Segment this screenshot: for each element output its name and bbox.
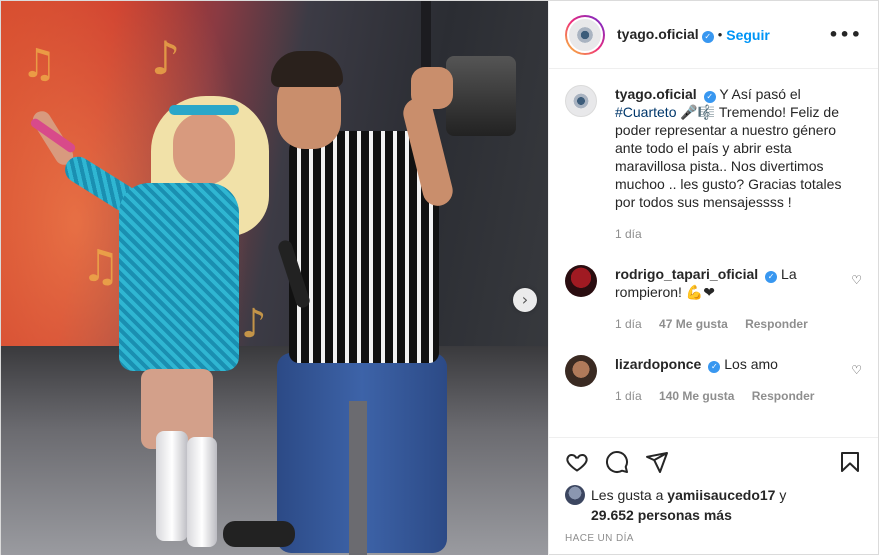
comment-icon[interactable] xyxy=(605,450,629,474)
music-note-decoration: ♪ xyxy=(241,301,267,347)
comment-row: rodrigo_tapari_oficial ✓ La rompieron! 💪❤… xyxy=(565,265,862,333)
hashtag-link[interactable]: #Cuarteto xyxy=(615,104,676,120)
comment-body: rodrigo_tapari_oficial ✓ La rompieron! 💪❤… xyxy=(615,265,843,333)
posted-time[interactable]: HACE UN DÍA xyxy=(549,525,878,555)
music-note-decoration: ♪ xyxy=(151,31,181,85)
comment-likes[interactable]: 140 Me gusta xyxy=(659,389,734,403)
woman-figure-headband xyxy=(169,105,239,115)
share-icon[interactable] xyxy=(645,450,669,474)
avatar[interactable] xyxy=(565,485,585,505)
comment-meta: 1 día 140 Me gusta Responder xyxy=(615,387,843,405)
caption-emoji: 🎤🎼 xyxy=(680,104,716,120)
verified-badge-icon: ✓ xyxy=(708,361,721,373)
avatar[interactable] xyxy=(567,16,603,53)
follow-button[interactable]: Seguir xyxy=(726,27,770,43)
comment-time[interactable]: 1 día xyxy=(615,389,642,403)
stage-light xyxy=(446,56,516,136)
heart-icon[interactable] xyxy=(565,450,589,474)
post-header: tyago.oficial ✓ • Seguir ••• xyxy=(549,1,878,69)
caption-avatar-wrap[interactable] xyxy=(565,85,597,117)
comment-meta: 1 día 47 Me gusta Responder xyxy=(615,315,843,333)
verified-badge-icon: ✓ xyxy=(765,271,778,283)
caption-row: tyago.oficial ✓ Y Así pasó el #Cuarteto 🎤… xyxy=(565,85,862,243)
woman-figure-boot xyxy=(156,431,188,541)
likes-conj: y xyxy=(779,487,787,503)
man-figure-leg-gap xyxy=(349,401,367,555)
man-figure-fist xyxy=(411,67,453,109)
bookmark-icon[interactable] xyxy=(838,450,862,474)
separator-dot: • xyxy=(717,27,723,42)
music-note-decoration: ♫ xyxy=(81,241,121,292)
verified-badge-icon: ✓ xyxy=(703,91,716,103)
more-options-icon[interactable]: ••• xyxy=(828,25,862,44)
likes-text: Les gusta a yamiisaucedo17 y 29.652 pers… xyxy=(591,485,786,525)
author-username[interactable]: tyago.oficial xyxy=(617,26,699,42)
man-figure-shoe xyxy=(223,521,295,547)
reply-button[interactable]: Responder xyxy=(745,317,808,331)
comment-time[interactable]: 1 día xyxy=(615,317,642,331)
author-username-wrap: tyago.oficial ✓ xyxy=(617,26,714,43)
comments-list: tyago.oficial ✓ Y Así pasó el #Cuarteto 🎤… xyxy=(549,69,878,437)
comment-username[interactable]: rodrigo_tapari_oficial xyxy=(615,266,758,282)
instagram-post: ♫ ♪ ♫ ♪ › tyago.oficial ✓ • Seguir ••• t… xyxy=(0,0,879,555)
comment-row: lizardoponce ✓ Los amo 1 día 140 Me gusta… xyxy=(565,355,862,405)
man-figure-hair xyxy=(271,51,343,87)
comment-text: Los amo xyxy=(724,356,778,372)
chevron-right-icon[interactable]: › xyxy=(513,288,537,312)
caption-time[interactable]: 1 día xyxy=(615,227,642,241)
likes-user-link[interactable]: yamiisaucedo17 xyxy=(667,487,775,503)
avatar[interactable] xyxy=(565,355,597,387)
verified-badge-icon: ✓ xyxy=(701,31,714,43)
caption-text-start: Y Así pasó el xyxy=(719,86,801,102)
likes-count-link[interactable]: 29.652 personas más xyxy=(591,507,732,523)
reply-button[interactable]: Responder xyxy=(752,389,815,403)
music-note-decoration: ♫ xyxy=(21,41,57,87)
likes-prefix: Les gusta a xyxy=(591,487,664,503)
post-side-panel: tyago.oficial ✓ • Seguir ••• tyago.oficia… xyxy=(548,1,878,555)
likes-summary: Les gusta a yamiisaucedo17 y 29.652 pers… xyxy=(549,485,878,525)
action-bar xyxy=(549,437,878,485)
avatar[interactable] xyxy=(565,85,597,117)
author-avatar-ring[interactable] xyxy=(565,14,605,55)
woman-figure-face xyxy=(173,113,235,185)
comment-likes[interactable]: 47 Me gusta xyxy=(659,317,728,331)
comment-heart-icon[interactable]: ♡ xyxy=(851,273,862,333)
caption-body: tyago.oficial ✓ Y Así pasó el #Cuarteto 🎤… xyxy=(615,85,862,243)
woman-figure-boot xyxy=(187,437,217,547)
comment-heart-icon[interactable]: ♡ xyxy=(851,363,862,405)
woman-figure-dress xyxy=(119,183,239,371)
comment-body: lizardoponce ✓ Los amo 1 día 140 Me gusta… xyxy=(615,355,843,405)
avatar[interactable] xyxy=(565,265,597,297)
post-photo[interactable]: ♫ ♪ ♫ ♪ › xyxy=(1,1,548,555)
comment-username[interactable]: lizardoponce xyxy=(615,356,701,372)
comment-emoji: 💪❤ xyxy=(685,284,715,300)
caption-meta: 1 día xyxy=(615,225,862,243)
caption-username[interactable]: tyago.oficial xyxy=(615,86,697,102)
